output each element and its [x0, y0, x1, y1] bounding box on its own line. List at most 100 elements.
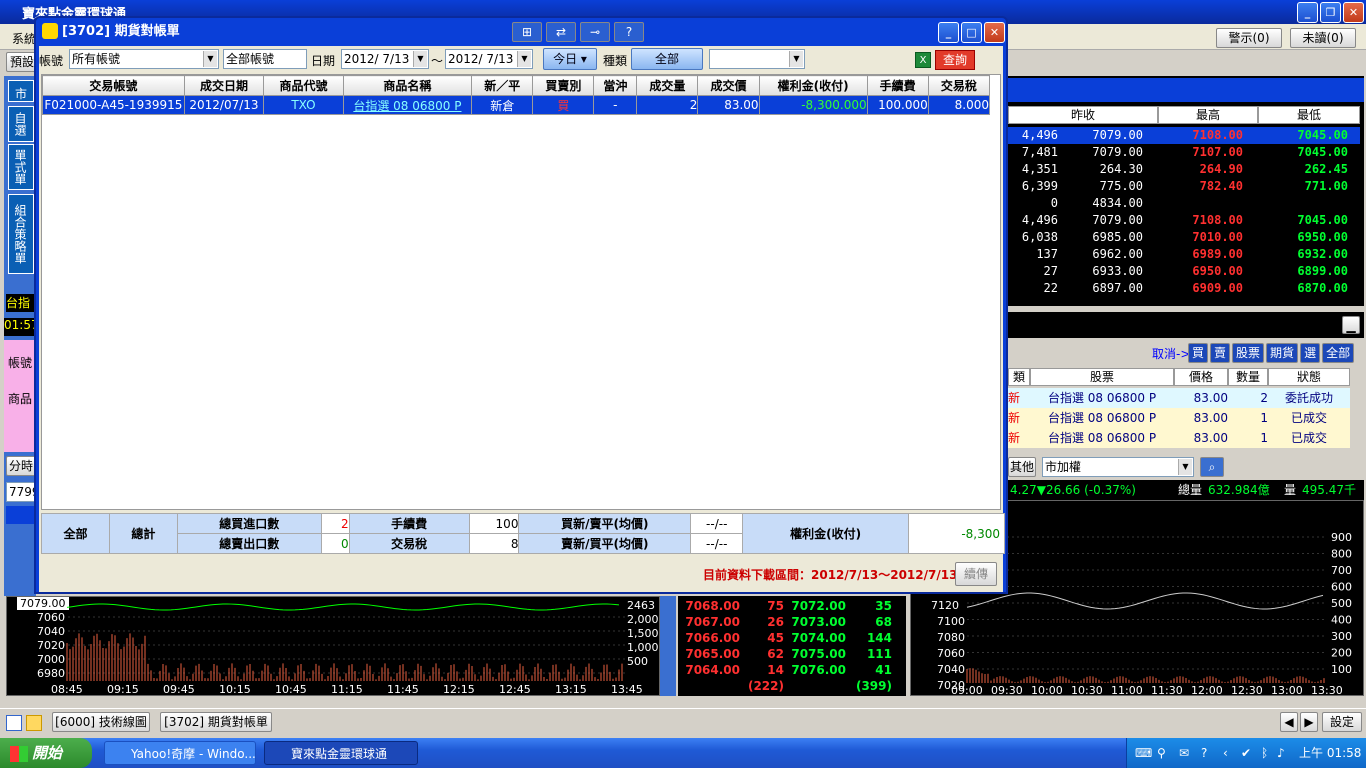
dialog-close-button[interactable]: ✕ [984, 22, 1005, 43]
help-tray-icon[interactable]: ? [1201, 738, 1207, 768]
quote-low: 6870.00 [1297, 281, 1348, 295]
taskbar-item-yahoo[interactable]: Yahoo!奇摩 - Windo... [104, 741, 256, 765]
order-status: 已成交 [1290, 411, 1327, 425]
restore-button[interactable]: ❐ [1320, 2, 1341, 23]
y-tick-label: 7000 [37, 653, 65, 666]
chevron-down-icon[interactable]: ▼ [517, 51, 531, 67]
taskbar-item-app[interactable]: 寶來點金靈環球通 [264, 741, 418, 765]
order-filter-button[interactable]: 買 [1188, 343, 1209, 363]
continue-button[interactable]: 續傳 [955, 562, 997, 586]
chat-icon[interactable]: ✉ [1179, 738, 1189, 768]
quote-row[interactable]: 6,038 6985.00 7010.00 6950.00 [1008, 229, 1360, 246]
keyboard-icon[interactable]: ⌨ [1135, 738, 1152, 768]
quote-row[interactable]: 4,496 7079.00 7108.00 7045.00 [1008, 212, 1360, 229]
link-icon[interactable]: ⇄ [546, 22, 576, 42]
menu-system[interactable]: 系統 [12, 30, 36, 47]
chevron-down-icon[interactable]: ▼ [203, 51, 217, 67]
volume-icon[interactable]: ♪ [1277, 738, 1285, 768]
close-button[interactable]: ✕ [1343, 2, 1364, 23]
table-row[interactable]: F021000-A45-1939915 2012/07/13 TXO 台指選 0… [42, 95, 991, 115]
kind-select[interactable]: ▼ [709, 49, 805, 69]
excel-icon[interactable]: X [915, 52, 931, 68]
quote-high: 7107.00 [1192, 145, 1243, 159]
depth-row[interactable]: 7066.00 45 7074.00 144 [678, 630, 906, 646]
dialog-minimize-button[interactable]: _ [938, 22, 959, 43]
folder-icon[interactable] [26, 715, 42, 731]
order-filter-button[interactable]: 股票 [1232, 343, 1265, 363]
depth-row[interactable]: 7067.00 26 7073.00 68 [678, 614, 906, 630]
table-header[interactable]: 新／平 [471, 75, 534, 96]
quote-row[interactable]: 4,351 264.30 264.90 262.45 [1008, 161, 1360, 178]
settings-button[interactable]: 設定 [1322, 712, 1362, 732]
expand-button[interactable]: ▁ [1342, 316, 1360, 334]
order-filter-button[interactable]: 選 [1300, 343, 1321, 363]
order-filter-button[interactable]: 全部 [1322, 343, 1355, 363]
scroll-left-button[interactable]: ◀ [1280, 712, 1298, 732]
query-button[interactable]: 查詢 [935, 50, 975, 70]
table-header[interactable]: 權利金(收付) [758, 75, 868, 96]
tab-single-order[interactable]: 單式單 [8, 144, 34, 190]
today-button[interactable]: 今日 ▾ [543, 48, 597, 70]
account-select[interactable]: 所有帳號 ▼ [69, 49, 219, 69]
order-row[interactable]: 新 台指選 08 06800 P 83.00 1 已成交 [1008, 428, 1350, 448]
table-header[interactable]: 成交量 [636, 75, 699, 96]
security-icon[interactable]: ✔ [1241, 738, 1251, 768]
layout-icon[interactable]: ⊞ [512, 22, 542, 42]
bluetooth-icon[interactable]: ᛒ [1261, 738, 1268, 768]
tab-statement[interactable]: [3702] 期貨對帳單 [160, 712, 272, 732]
chevron-down-icon[interactable]: ▼ [413, 51, 427, 67]
dialog-maximize-button[interactable]: □ [961, 22, 982, 43]
tab-combo-order[interactable]: 組合策略單 [8, 194, 34, 274]
quote-vol: 4,351 [1021, 162, 1058, 176]
table-header[interactable]: 成交價 [697, 75, 760, 96]
depth-row[interactable]: 7065.00 62 7075.00 111 [678, 646, 906, 662]
order-row[interactable]: 新 台指選 08 06800 P 83.00 1 已成交 [1008, 408, 1350, 428]
pin-icon[interactable]: ⊸ [580, 22, 610, 42]
quote-row[interactable]: 6,399 775.00 782.40 771.00 [1008, 178, 1360, 195]
order-filter-button[interactable]: 期貨 [1266, 343, 1299, 363]
cell-date: 2012/07/13 [183, 95, 265, 115]
quote-row[interactable]: 7,481 7079.00 7107.00 7045.00 [1008, 144, 1360, 161]
tab-watchlist[interactable]: 自選 [8, 106, 34, 142]
quote-row[interactable]: 27 6933.00 6950.00 6899.00 [1008, 263, 1360, 280]
help-icon[interactable]: ? [614, 22, 644, 42]
cell-name[interactable]: 台指選 08 06800 P [342, 95, 473, 115]
x-tick-label: 13:15 [555, 683, 587, 696]
table-header[interactable]: 商品名稱 [342, 75, 473, 96]
quote-row[interactable]: 0 4834.00 [1008, 195, 1360, 212]
tab-city[interactable]: 市 [8, 80, 34, 102]
table-header[interactable]: 成交日期 [183, 75, 265, 96]
date-to-field[interactable]: 2012/ 7/13 ▼ [445, 49, 533, 69]
window-icon[interactable] [6, 715, 22, 731]
table-header[interactable]: 交易帳號 [42, 75, 185, 96]
table-header[interactable]: 當沖 [593, 75, 638, 96]
quote-row[interactable]: 22 6897.00 6909.00 6870.00 [1008, 280, 1360, 297]
chevron-down-icon[interactable]: ▼ [789, 51, 803, 67]
search-icon[interactable]: ⌕ [1200, 457, 1224, 477]
order-row[interactable]: 新 台指選 08 06800 P 83.00 2 委託成功 [1008, 388, 1350, 408]
account-field[interactable]: 全部帳號 [223, 49, 307, 69]
scroll-right-button[interactable]: ▶ [1300, 712, 1318, 732]
tab-tech-chart[interactable]: [6000] 技術線圖 [52, 712, 150, 732]
kind-all-button[interactable]: 全部 [631, 48, 703, 70]
minimize-button[interactable]: _ [1297, 2, 1318, 23]
table-header[interactable]: 交易稅 [927, 75, 991, 96]
alerts-button[interactable]: 警示(0) [1216, 28, 1282, 48]
quote-row[interactable]: 4,496 7079.00 7108.00 7045.00 [1008, 127, 1360, 144]
date-from-field[interactable]: 2012/ 7/13 ▼ [341, 49, 429, 69]
table-header[interactable]: 手續費 [866, 75, 929, 96]
table-header[interactable]: 買賣別 [532, 75, 595, 96]
unread-button[interactable]: 未讀(0) [1290, 28, 1356, 48]
table-header[interactable]: 商品代號 [263, 75, 344, 96]
chevron-down-icon[interactable]: ▼ [1178, 459, 1192, 475]
order-filter-button[interactable]: 賣 [1210, 343, 1231, 363]
arrow-icon[interactable]: ‹ [1223, 738, 1228, 768]
network-icon[interactable]: ⚲ [1157, 738, 1166, 768]
market-select[interactable]: 市加權 ▼ [1042, 457, 1194, 477]
other-button[interactable]: 其他 [1008, 457, 1036, 477]
price-field[interactable]: 7799 [6, 482, 36, 502]
depth-row[interactable]: 7064.00 14 7076.00 41 [678, 662, 906, 678]
tab-split[interactable]: 分時 [6, 456, 36, 476]
depth-row[interactable]: 7068.00 75 7072.00 35 [678, 598, 906, 614]
quote-row[interactable]: 137 6962.00 6989.00 6932.00 [1008, 246, 1360, 263]
